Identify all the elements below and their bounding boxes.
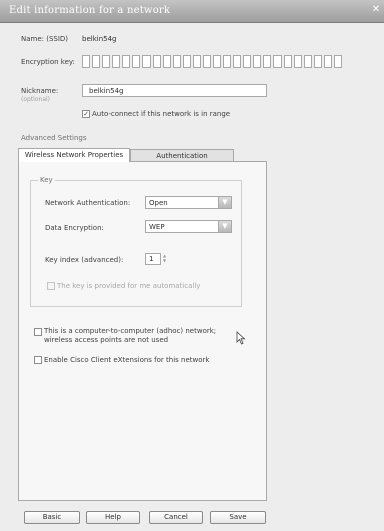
autoconnect-checkbox[interactable]: ✓ (82, 110, 90, 118)
nickname-hint: (optional) (21, 96, 50, 103)
key-index-label: Key index (advanced): (45, 256, 124, 264)
key-cell[interactable] (333, 55, 343, 68)
checkmark-icon: ✓ (83, 110, 89, 118)
tab-wireless-network-properties[interactable]: Wireless Network Properties (18, 148, 130, 162)
tab-label: Wireless Network Properties (24, 151, 124, 159)
key-cell[interactable] (172, 55, 181, 68)
autoconnect-label: Auto-connect if this network is in range (92, 110, 231, 118)
key-cell[interactable] (142, 55, 151, 68)
chevron-down-icon: ▼ (218, 197, 231, 208)
help-button[interactable]: Help (86, 511, 140, 524)
key-cell[interactable] (283, 55, 292, 68)
save-button[interactable]: Save (210, 511, 266, 524)
mouse-pointer-icon (236, 331, 246, 345)
encryption-key-input[interactable] (82, 55, 343, 68)
close-icon[interactable]: ✕ (370, 4, 382, 16)
network-authentication-select[interactable]: Open ▼ (145, 196, 232, 209)
key-cell[interactable] (132, 55, 141, 68)
key-cell[interactable] (152, 55, 161, 68)
tab-label: Authentication (156, 152, 208, 160)
chevron-down-icon: ▼ (218, 221, 231, 232)
advanced-settings-heading: Advanced Settings (21, 134, 87, 142)
adhoc-checkbox[interactable] (34, 328, 42, 336)
auto-key-checkbox (47, 282, 55, 290)
key-cell[interactable] (223, 55, 232, 68)
key-cell[interactable] (263, 55, 272, 68)
key-cell[interactable] (293, 55, 302, 68)
ssid-value: belkin54g (82, 35, 117, 43)
key-cell[interactable] (82, 55, 91, 68)
key-cell[interactable] (122, 55, 131, 68)
network-authentication-value: Open (149, 198, 168, 207)
encryption-key-label: Encryption key: (21, 58, 75, 66)
cisco-extensions-label: Enable Cisco Client eXtensions for this … (44, 356, 210, 364)
cisco-extensions-checkbox[interactable] (34, 356, 42, 364)
key-cell[interactable] (213, 55, 222, 68)
key-cell[interactable] (192, 55, 201, 68)
key-group-legend: Key (38, 176, 55, 184)
key-cell[interactable] (202, 55, 212, 68)
key-cell[interactable] (303, 55, 312, 68)
nickname-label: Nickname: (21, 87, 59, 95)
window-title: Edit information for a network (9, 5, 171, 16)
nickname-value: belkin54g (89, 87, 124, 95)
key-index-spinner[interactable]: ▲ ▼ (163, 253, 166, 263)
key-index-field[interactable]: 1 (145, 253, 161, 265)
nickname-field[interactable]: belkin54g (82, 84, 267, 97)
cancel-button[interactable]: Cancel (149, 511, 203, 524)
key-index-value: 1 (149, 255, 154, 263)
key-cell[interactable] (313, 55, 322, 68)
key-cell[interactable] (233, 55, 242, 68)
key-cell[interactable] (162, 55, 171, 68)
data-encryption-value: WEP (149, 222, 165, 231)
data-encryption-select[interactable]: WEP ▼ (145, 220, 232, 233)
data-encryption-label: Data Encryption: (45, 224, 104, 232)
key-cell[interactable] (92, 55, 101, 68)
auto-key-label: The key is provided for me automatically (57, 282, 201, 290)
spin-down-icon[interactable]: ▼ (163, 258, 166, 263)
ssid-label: Name: (SSID) (21, 35, 69, 43)
basic-button[interactable]: Basic (24, 511, 80, 524)
key-cell[interactable] (182, 55, 191, 68)
key-cell[interactable] (102, 55, 111, 68)
key-cell[interactable] (253, 55, 262, 68)
key-cell[interactable] (243, 55, 252, 68)
adhoc-label-line2: wireless access points are not used (44, 336, 169, 344)
key-cell[interactable] (323, 55, 332, 68)
key-cell[interactable] (112, 55, 121, 68)
network-authentication-label: Network Authentication: (45, 199, 131, 207)
adhoc-label-line1: This is a computer-to-computer (adhoc) n… (44, 327, 217, 335)
key-cell[interactable] (273, 55, 282, 68)
